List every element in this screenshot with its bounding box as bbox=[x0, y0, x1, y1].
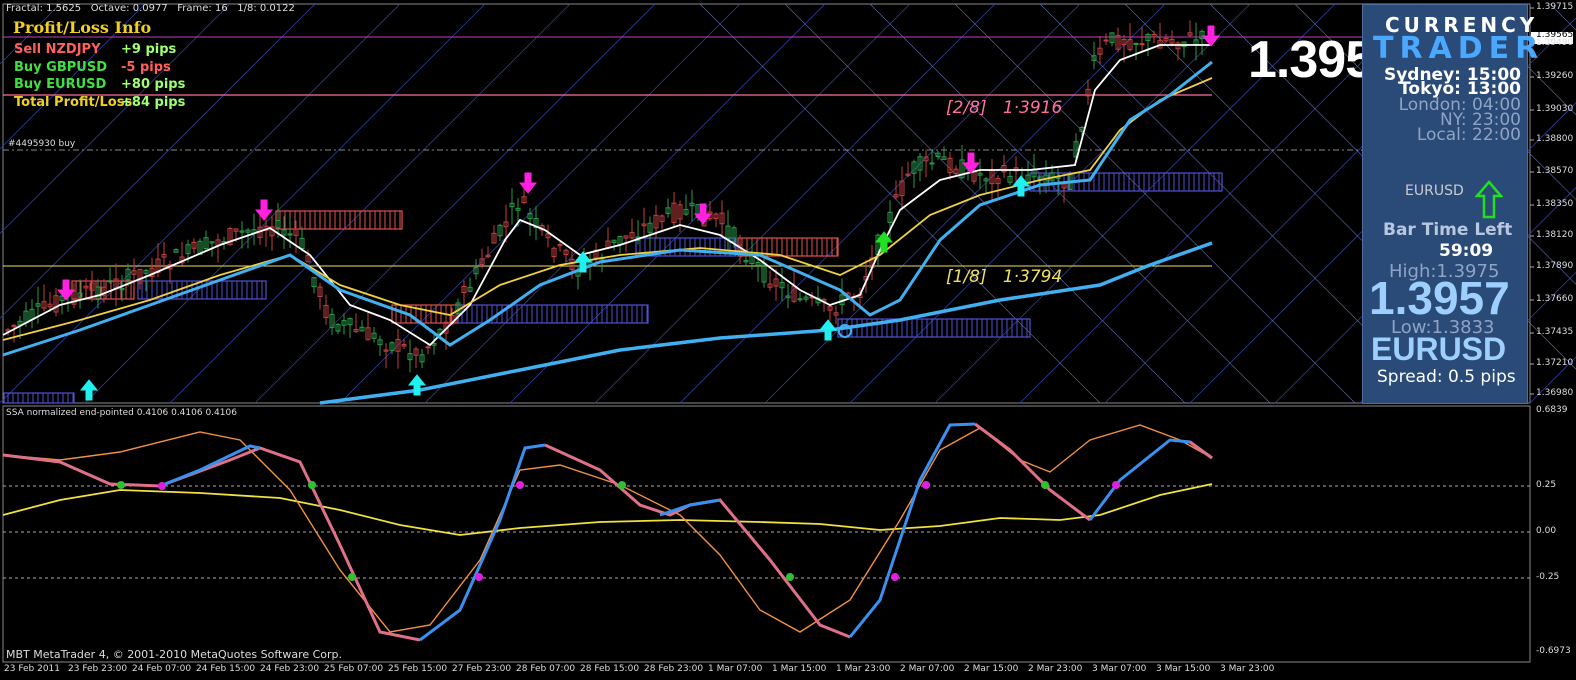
fractal-info: Fractal: 1.5625 Octave: 0.0977 Frame: 16… bbox=[6, 3, 295, 14]
price-tick-label: 1.38120 bbox=[1536, 230, 1574, 240]
order-label: #4495930 buy bbox=[8, 139, 76, 149]
pl-row-value: +80 pips bbox=[121, 77, 186, 92]
time-tick-label: 1 Mar 07:00 bbox=[708, 664, 763, 674]
brand-bottom: TRADER bbox=[1373, 31, 1545, 66]
time-tick-label: 2 Mar 07:00 bbox=[900, 664, 955, 674]
time-tick-label: 27 Feb 23:00 bbox=[452, 664, 512, 674]
pl-row-value: +84 pips bbox=[121, 95, 186, 110]
time-tick-label: 1 Mar 15:00 bbox=[772, 664, 827, 674]
price-tick-label: 1.39490 bbox=[1536, 38, 1574, 48]
time-tick-label: 3 Mar 23:00 bbox=[1220, 664, 1275, 674]
indicator-frame bbox=[2, 405, 1531, 663]
murrey-level-1-8: [1/8] 1·3794 bbox=[946, 267, 1063, 287]
time-tick-label: 24 Feb 23:00 bbox=[260, 664, 320, 674]
indicator-levels bbox=[3, 485, 1530, 579]
pl-row-label: Total Profit/Loss bbox=[14, 95, 133, 110]
indicator-tick-label: 0.25 bbox=[1536, 480, 1557, 490]
zone-boxes bbox=[3, 172, 1223, 404]
profit-loss-title: Profit/Loss Info bbox=[13, 18, 152, 37]
indicator-title: SSA normalized end-pointed 0.4106 0.4106… bbox=[6, 408, 237, 418]
time-tick-label: 3 Mar 07:00 bbox=[1092, 664, 1147, 674]
pl-row-label: Buy GBPUSD bbox=[14, 60, 107, 75]
time-tick-label: 23 Feb 23:00 bbox=[68, 664, 128, 674]
time-tick-label: 28 Feb 07:00 bbox=[516, 664, 576, 674]
copyright-text: MBT MetaTrader 4, © 2001-2010 MetaQuotes… bbox=[6, 648, 343, 661]
bar-time-value: 59:09 bbox=[1439, 241, 1494, 261]
indicator-tick-label: -0.6973 bbox=[1536, 646, 1571, 656]
time-tick-label: 28 Feb 23:00 bbox=[644, 664, 704, 674]
big-price-overlay: 1.395 bbox=[1248, 31, 1374, 89]
pl-row-label: Buy EURUSD bbox=[14, 77, 107, 92]
price-tick-label: 1.37890 bbox=[1536, 261, 1574, 271]
price-tick-label: 1.37210 bbox=[1536, 358, 1574, 368]
time-tick-label: 2 Mar 15:00 bbox=[964, 664, 1019, 674]
indicator-tick-label: 0.6839 bbox=[1536, 405, 1568, 415]
price-tick-label: 1.39260 bbox=[1536, 71, 1574, 81]
price-tick-label: 1.39030 bbox=[1536, 104, 1574, 114]
time-tick-label: 25 Feb 15:00 bbox=[388, 664, 448, 674]
indicator-tick-label: -0.25 bbox=[1536, 572, 1560, 582]
pl-row-value: -5 pips bbox=[121, 60, 171, 75]
time-tick-label: 3 Mar 15:00 bbox=[1156, 664, 1211, 674]
level-lines bbox=[3, 36, 1362, 267]
pl-row-value: +9 pips bbox=[121, 42, 177, 57]
price-tick-label: 1.38570 bbox=[1536, 166, 1574, 176]
bar-time-label: Bar Time Left bbox=[1383, 220, 1513, 240]
time-tick-label: 28 Feb 15:00 bbox=[580, 664, 640, 674]
price-tick-label: 1.37435 bbox=[1536, 327, 1574, 337]
local-time: Local: 22:00 bbox=[1416, 125, 1521, 145]
price-tick-label: 1.37660 bbox=[1536, 294, 1574, 304]
time-tick-label: 25 Feb 07:00 bbox=[324, 664, 384, 674]
currency-trader-panel: CURRENCY TRADER Sydney: 15:00 Tokyo: 13:… bbox=[1362, 4, 1538, 404]
time-tick-label: 24 Feb 15:00 bbox=[196, 664, 256, 674]
signal-arrows bbox=[56, 25, 1221, 401]
spread-value: Spread: 0.5 pips bbox=[1377, 367, 1516, 387]
price-tick-label: 1.38800 bbox=[1536, 134, 1574, 144]
time-tick-label: 24 Feb 07:00 bbox=[132, 664, 192, 674]
ssa-dots bbox=[117, 481, 1120, 581]
pl-row-label: Sell NZDJPY bbox=[14, 42, 101, 57]
price-tick-label: 1.36980 bbox=[1536, 388, 1574, 398]
price-tick-label: 1.38350 bbox=[1536, 199, 1574, 209]
price-tick-label: 1.39715 bbox=[1536, 2, 1574, 12]
chart-canvas[interactable] bbox=[0, 0, 1576, 680]
symbol-small: EURUSD bbox=[1405, 183, 1464, 199]
murrey-level-2-8: [2/8] 1·3916 bbox=[946, 98, 1063, 118]
indicator-tick-label: 0.00 bbox=[1536, 526, 1557, 536]
symbol-large: EURUSD bbox=[1371, 331, 1507, 367]
time-tick-label: 2 Mar 23:00 bbox=[1028, 664, 1083, 674]
up-arrow-icon bbox=[1475, 180, 1503, 219]
time-tick-label: 1 Mar 23:00 bbox=[836, 664, 891, 674]
time-tick-label: 23 Feb 2011 bbox=[4, 664, 61, 674]
